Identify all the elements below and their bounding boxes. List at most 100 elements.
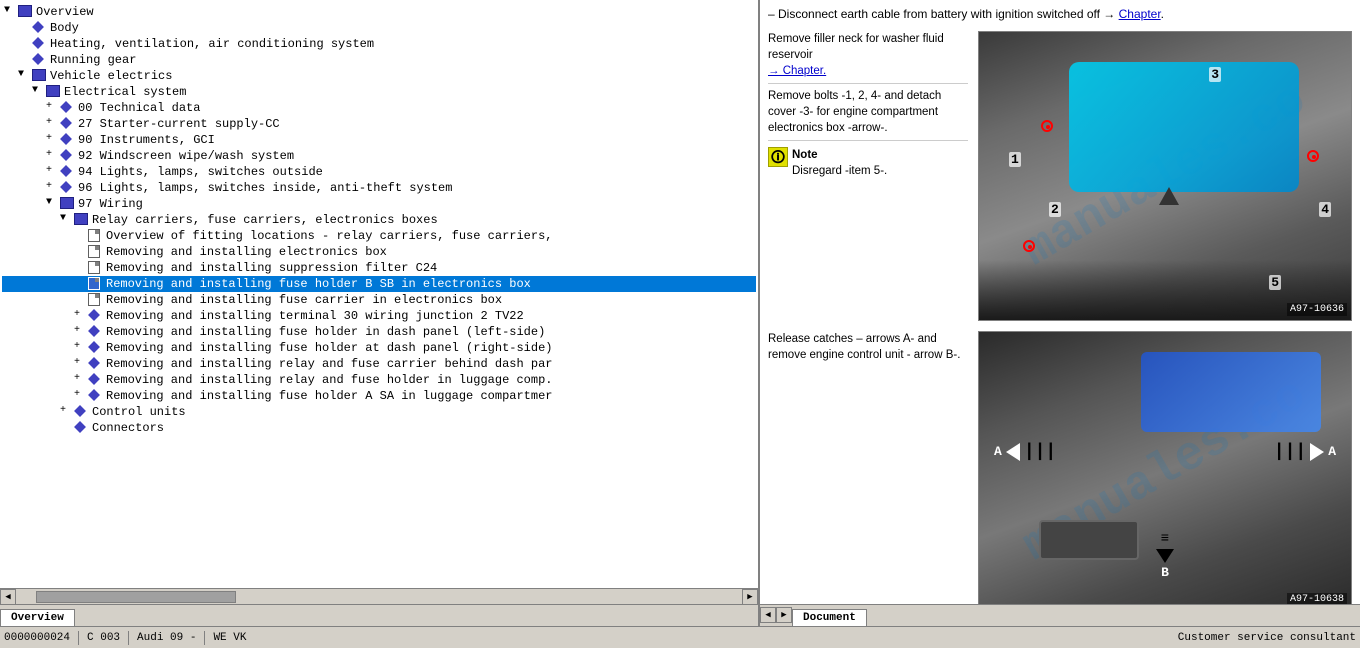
arrow-a-left: A ||| bbox=[994, 442, 1056, 462]
tree-view[interactable]: ▼ Overview Body Heating, ventilation, ai… bbox=[0, 0, 758, 588]
tree-item-connectors[interactable]: Connectors bbox=[2, 420, 756, 436]
label-1: 1 bbox=[1009, 152, 1021, 167]
arrow-a-right: ||| A bbox=[1274, 442, 1336, 462]
expand-icon[interactable]: + bbox=[74, 357, 88, 368]
tree-item-97[interactable]: ▼ 97 Wiring bbox=[2, 196, 756, 212]
tab-document[interactable]: Document bbox=[792, 609, 867, 626]
expand-icon[interactable]: ▼ bbox=[60, 213, 74, 224]
scroll-nav-right[interactable]: ▶ bbox=[742, 589, 758, 605]
tree-item-relay-behind-dash[interactable]: + Removing and installing relay and fuse… bbox=[2, 356, 756, 372]
doc-icon-wrap bbox=[88, 293, 104, 307]
label-3: 3 bbox=[1209, 67, 1221, 82]
note-text: Disregard -item 5-. bbox=[792, 165, 887, 177]
tab-nav-right[interactable]: ▶ bbox=[776, 607, 792, 623]
hscroll-track[interactable] bbox=[16, 591, 742, 603]
tree-item-92[interactable]: + 92 Windscreen wipe/wash system bbox=[2, 148, 756, 164]
tree-item-suppression-filter[interactable]: Removing and installing suppression filt… bbox=[2, 260, 756, 276]
right-tab-bar: ◀ ▶ Document bbox=[760, 604, 1360, 626]
expand-icon bbox=[60, 421, 74, 432]
tree-item-control-units[interactable]: + Control units bbox=[2, 404, 756, 420]
tree-label: Electrical system bbox=[64, 85, 186, 99]
expand-icon[interactable]: + bbox=[46, 101, 60, 112]
tab-overview[interactable]: Overview bbox=[0, 609, 75, 626]
status-consultant: Customer service consultant bbox=[1178, 632, 1356, 644]
expand-icon[interactable]: + bbox=[46, 149, 60, 160]
tree-item-vehicle-electrics[interactable]: ▼ Vehicle electrics bbox=[2, 68, 756, 84]
expand-icon[interactable]: + bbox=[74, 309, 88, 320]
tree-label: Removing and installing suppression filt… bbox=[106, 261, 437, 275]
scroll-nav-left[interactable]: ◀ bbox=[0, 589, 16, 605]
bolt-circle-2 bbox=[1307, 150, 1319, 162]
tree-label: Body bbox=[50, 21, 79, 35]
expand-icon bbox=[74, 293, 88, 304]
tree-item-fuse-holder-bsb[interactable]: Removing and installing fuse holder B SB… bbox=[2, 276, 756, 292]
doc-icon-wrap bbox=[88, 245, 104, 259]
tree-label: Relay carriers, fuse carriers, electroni… bbox=[92, 213, 438, 227]
scroll-left-btn[interactable]: ◀ bbox=[0, 589, 16, 605]
expand-icon[interactable]: ▼ bbox=[32, 85, 46, 96]
book-icon-wrap bbox=[60, 197, 76, 211]
note-icon: 🛈 bbox=[768, 147, 788, 167]
tree-label: Removing and installing fuse holder in d… bbox=[106, 325, 545, 339]
expand-icon[interactable]: ▼ bbox=[4, 5, 18, 16]
tree-item-94[interactable]: + 94 Lights, lamps, switches outside bbox=[2, 164, 756, 180]
tree-item-96[interactable]: + 96 Lights, lamps, switches inside, ant… bbox=[2, 180, 756, 196]
engine-image-2: manuales.co A ||| bbox=[978, 331, 1352, 604]
diamond-icon-wrap bbox=[60, 117, 76, 131]
status-left: 0000000024 bbox=[4, 632, 70, 644]
tree-label: Removing and installing fuse holder at d… bbox=[106, 341, 552, 355]
tree-item-fuse-dash-right[interactable]: + Removing and installing fuse holder at… bbox=[2, 340, 756, 356]
doc-icon-wrap bbox=[88, 229, 104, 243]
doc-icon-wrap bbox=[88, 261, 104, 275]
tree-item-fuse-asa[interactable]: + Removing and installing fuse holder A … bbox=[2, 388, 756, 404]
diamond-icon-wrap bbox=[60, 165, 76, 179]
tree-item-27[interactable]: + 27 Starter-current supply-CC bbox=[2, 116, 756, 132]
tree-label: Control units bbox=[92, 405, 186, 419]
chapter-link-filler[interactable]: → Chapter. bbox=[768, 65, 826, 77]
expand-icon[interactable]: + bbox=[74, 325, 88, 336]
tree-item-terminal30[interactable]: + Removing and installing terminal 30 wi… bbox=[2, 308, 756, 324]
instruction-text: – Disconnect earth cable from battery wi… bbox=[768, 7, 1119, 21]
tree-label: Removing and installing electronics box bbox=[106, 245, 387, 259]
tree-item-relay-carriers[interactable]: ▼ Relay carriers, fuse carriers, electro… bbox=[2, 212, 756, 228]
tree-item-relay-luggage[interactable]: + Removing and installing relay and fuse… bbox=[2, 372, 756, 388]
label-4: 4 bbox=[1319, 202, 1331, 217]
expand-icon[interactable]: + bbox=[46, 181, 60, 192]
diamond-icon-wrap bbox=[88, 309, 104, 323]
expand-icon[interactable]: + bbox=[46, 133, 60, 144]
tree-item-body[interactable]: Body bbox=[2, 20, 756, 36]
chapter-link-top[interactable]: Chapter bbox=[1119, 7, 1161, 21]
expand-icon[interactable]: + bbox=[74, 389, 88, 400]
document-content: – Disconnect earth cable from battery wi… bbox=[760, 0, 1360, 604]
tab-nav-left[interactable]: ◀ bbox=[760, 607, 776, 623]
horizontal-scrollbar[interactable]: ◀ ▶ bbox=[0, 588, 758, 604]
expand-icon[interactable]: + bbox=[60, 405, 74, 416]
tree-item-00[interactable]: + 00 Technical data bbox=[2, 100, 756, 116]
expand-icon bbox=[18, 53, 32, 64]
tree-item-running-gear[interactable]: Running gear bbox=[2, 52, 756, 68]
expand-icon[interactable]: + bbox=[46, 165, 60, 176]
diamond-icon-wrap bbox=[88, 373, 104, 387]
tree-item-removing-electronics[interactable]: Removing and installing electronics box bbox=[2, 244, 756, 260]
book-icon-wrap bbox=[46, 85, 62, 99]
expand-icon[interactable]: + bbox=[74, 341, 88, 352]
expand-icon[interactable]: ▼ bbox=[46, 197, 60, 208]
tree-item-fuse-dash-left[interactable]: + Removing and installing fuse holder in… bbox=[2, 324, 756, 340]
tree-item-fuse-carrier[interactable]: Removing and installing fuse carrier in … bbox=[2, 292, 756, 308]
tree-label: 90 Instruments, GCI bbox=[78, 133, 215, 147]
expand-icon bbox=[18, 21, 32, 32]
expand-icon[interactable]: + bbox=[46, 117, 60, 128]
tree-label: 97 Wiring bbox=[78, 197, 143, 211]
expand-icon[interactable]: ▼ bbox=[18, 69, 32, 80]
tree-item-overview-fitting[interactable]: Overview of fitting locations - relay ca… bbox=[2, 228, 756, 244]
diamond-icon-wrap bbox=[60, 181, 76, 195]
tree-item-overview[interactable]: ▼ Overview bbox=[2, 4, 756, 20]
tree-item-heating[interactable]: Heating, ventilation, air conditioning s… bbox=[2, 36, 756, 52]
diamond-icon-wrap bbox=[60, 149, 76, 163]
tree-item-90[interactable]: + 90 Instruments, GCI bbox=[2, 132, 756, 148]
expand-icon[interactable]: + bbox=[74, 373, 88, 384]
hscroll-thumb[interactable] bbox=[36, 591, 236, 603]
note-box: 🛈 Note Disregard -item 5-. bbox=[768, 147, 968, 179]
tree-item-electrical-system[interactable]: ▼ Electrical system bbox=[2, 84, 756, 100]
scroll-right-btn[interactable]: ▶ bbox=[742, 589, 758, 605]
